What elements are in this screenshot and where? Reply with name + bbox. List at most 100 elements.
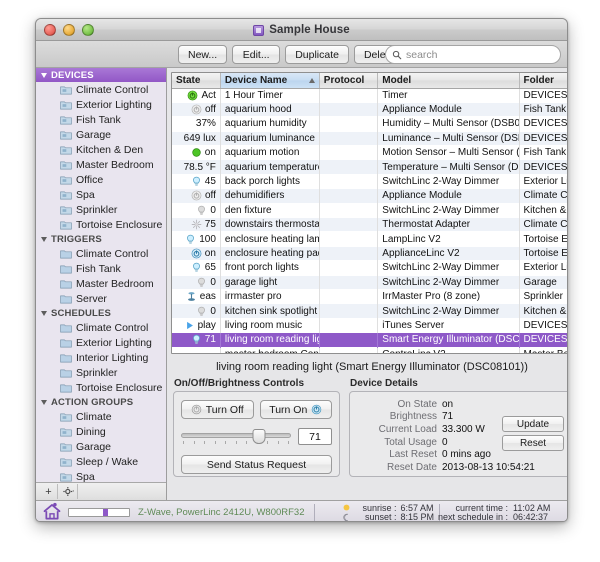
- sidebar-item-climate-control[interactable]: Climate Control: [36, 246, 166, 261]
- cell-model: LampLinc V2: [378, 232, 519, 246]
- sidebar-item-fish-tank[interactable]: Fish Tank: [36, 112, 166, 127]
- table-row[interactable]: 37%aquarium humidityHumidity – Multi Sen…: [172, 117, 568, 131]
- sunset-row: sunset : 8:15 PM: [342, 513, 434, 523]
- send-status-request-button[interactable]: Send Status Request: [181, 455, 332, 474]
- sidebar-item-exterior-lighting[interactable]: Exterior Lighting: [36, 335, 166, 350]
- sidebar-item-sprinkler[interactable]: Sprinkler: [36, 202, 166, 217]
- sidebar-item-garage[interactable]: Garage: [36, 439, 166, 454]
- sidebar-group-schedules[interactable]: SCHEDULES: [36, 306, 166, 320]
- sidebar-item-exterior-lighting[interactable]: Exterior Lighting: [36, 97, 166, 112]
- table-row[interactable]: 0kitchen sink spotlightSwitchLinc 2-Way …: [172, 304, 568, 318]
- state-value: 45: [205, 176, 216, 187]
- brightness-value-field[interactable]: 71: [298, 428, 332, 445]
- sidebar-item-interior-lighting[interactable]: Interior Lighting: [36, 350, 166, 365]
- chevron-down-icon[interactable]: [41, 311, 47, 316]
- state-cell: 45: [176, 175, 216, 188]
- sidebar-item-server[interactable]: Server: [36, 291, 166, 306]
- detail-row-value: 71: [442, 411, 453, 422]
- sidebar-item-master-bedroom[interactable]: Master Bedroom: [36, 276, 166, 291]
- sidebar-item-fish-tank[interactable]: Fish Tank: [36, 261, 166, 276]
- reset-button[interactable]: Reset: [502, 435, 564, 451]
- sidebar-item-sleep-wake[interactable]: Sleep / Wake: [36, 454, 166, 469]
- update-button[interactable]: Update: [502, 416, 564, 432]
- slider-tick: [215, 441, 216, 444]
- state-value: 75: [205, 219, 216, 230]
- table-row[interactable]: playliving room musiciTunes ServerDEVICE…: [172, 318, 568, 332]
- sidebar-item-garage[interactable]: Garage: [36, 127, 166, 142]
- chevron-down-icon[interactable]: [41, 237, 47, 242]
- sidebar-item-tortoise-enclosure[interactable]: Tortoise Enclosure: [36, 217, 166, 232]
- table-row[interactable]: 65front porch lightsSwitchLinc 2-Way Dim…: [172, 261, 568, 275]
- sidebar-group-devices[interactable]: DEVICES: [36, 68, 166, 82]
- sidebar-group-triggers[interactable]: TRIGGERS: [36, 232, 166, 246]
- table-row[interactable]: 45back porch lightsSwitchLinc 2-Way Dimm…: [172, 174, 568, 188]
- sidebar-item-spa[interactable]: Spa: [36, 187, 166, 202]
- sidebar-item-climate-control[interactable]: Climate Control: [36, 320, 166, 335]
- cell-model: ControLinc V2: [378, 347, 519, 354]
- cell-model: SwitchLinc 2-Way Dimmer: [378, 304, 519, 318]
- cell-device-name: aquarium temperature: [220, 160, 319, 174]
- cell-protocol: [319, 131, 378, 145]
- gear-menu-button[interactable]: [60, 484, 78, 499]
- sidebar-item-tortoise-enclosure[interactable]: Tortoise Enclosure: [36, 380, 166, 395]
- brightness-slider[interactable]: [181, 428, 291, 444]
- state-value: play: [198, 320, 216, 331]
- duplicate-button[interactable]: Duplicate: [285, 45, 349, 64]
- detail-panel: living room reading light (Smart Energy …: [167, 354, 568, 500]
- sidebar-list[interactable]: DEVICESClimate ControlExterior LightingF…: [36, 68, 166, 482]
- chevron-down-icon[interactable]: [41, 73, 47, 78]
- column-header-protocol[interactable]: Protocol: [319, 73, 378, 88]
- column-header-state[interactable]: State: [172, 73, 220, 88]
- sidebar-item-label: Tortoise Enclosure: [76, 219, 162, 231]
- device-folder-icon: [60, 175, 72, 185]
- state-value: 649 lux: [184, 133, 216, 144]
- sidebar-item-climate[interactable]: Climate: [36, 409, 166, 424]
- table-row[interactable]: easirrmaster proIrrMaster Pro (8 zone)Sp…: [172, 289, 568, 303]
- cell-protocol: [319, 174, 378, 188]
- column-header-device-name[interactable]: Device Name: [220, 73, 319, 88]
- slider-knob[interactable]: [252, 429, 265, 444]
- table-row[interactable]: 71living room reading lightSmart Energy …: [172, 333, 568, 347]
- sidebar-item-dining[interactable]: Dining: [36, 424, 166, 439]
- table-row[interactable]: 100enclosure heating lampLampLinc V2Tort…: [172, 232, 568, 246]
- table-row[interactable]: 649 luxaquarium luminanceLuminance – Mul…: [172, 131, 568, 145]
- table-row[interactable]: 0den fixtureSwitchLinc 2-Way DimmerKitch…: [172, 203, 568, 217]
- chevron-down-icon[interactable]: [41, 400, 47, 405]
- column-header-model[interactable]: Model: [378, 73, 519, 88]
- cell-protocol: [319, 232, 378, 246]
- sidebar-item-sprinkler[interactable]: Sprinkler: [36, 365, 166, 380]
- add-button[interactable]: +: [40, 484, 58, 499]
- sidebar-toolbar: +: [36, 482, 166, 500]
- sidebar-item-office[interactable]: Office: [36, 172, 166, 187]
- search-input[interactable]: search: [385, 45, 561, 64]
- new-button[interactable]: New...: [178, 45, 227, 64]
- table-row[interactable]: offdehumidifiersAppliance ModuleClimate …: [172, 189, 568, 203]
- sidebar-item-climate-control[interactable]: Climate Control: [36, 82, 166, 97]
- next-schedule-label: next schedule in :: [438, 512, 508, 522]
- sidebar-group-action-groups[interactable]: ACTION GROUPS: [36, 395, 166, 409]
- table-row[interactable]: offaquarium hoodAppliance ModuleFish Tan…: [172, 102, 568, 116]
- table-row[interactable]: onaquarium motionMotion Sensor – Multi S…: [172, 146, 568, 160]
- state-cell: off: [176, 189, 216, 202]
- sidebar-item-spa[interactable]: Spa: [36, 469, 166, 482]
- cell-folder: Exterior Lighting: [519, 174, 568, 188]
- title-bar[interactable]: Sample House: [36, 19, 567, 41]
- cell-folder: DEVICES: [519, 88, 568, 102]
- table-row[interactable]: Act1 Hour TimerTimerDEVICES: [172, 88, 568, 102]
- turn-off-button[interactable]: Turn Off: [181, 400, 254, 419]
- table-row[interactable]: 0garage lightSwitchLinc 2-Way DimmerGara…: [172, 275, 568, 289]
- sidebar-item-kitchen-den[interactable]: Kitchen & Den: [36, 142, 166, 157]
- sidebar-item-master-bedroom[interactable]: Master Bedroom: [36, 157, 166, 172]
- device-table[interactable]: State Device Name Protocol Model Folder …: [171, 72, 568, 354]
- cell-model: Appliance Module: [378, 102, 519, 116]
- table-row[interactable]: onenclosure heating padApplianceLinc V2T…: [172, 246, 568, 260]
- detail-row: Reset Date2013-08-13 10:54:21: [350, 461, 564, 474]
- edit-button[interactable]: Edit...: [232, 45, 280, 64]
- table-row[interactable]: 75downstairs thermostatThermostat Adapte…: [172, 218, 568, 232]
- turn-on-button[interactable]: Turn On: [260, 400, 333, 419]
- table-row[interactable]: 78.5 °Faquarium temperatureTemperature –…: [172, 160, 568, 174]
- time-block: current time : 11:02 AM next schedule in…: [438, 503, 561, 522]
- table-row[interactable]: master bedroom Contro...ControLinc V2Mas…: [172, 347, 568, 354]
- column-header-folder[interactable]: Folder: [519, 73, 568, 88]
- slider-track[interactable]: [181, 433, 291, 438]
